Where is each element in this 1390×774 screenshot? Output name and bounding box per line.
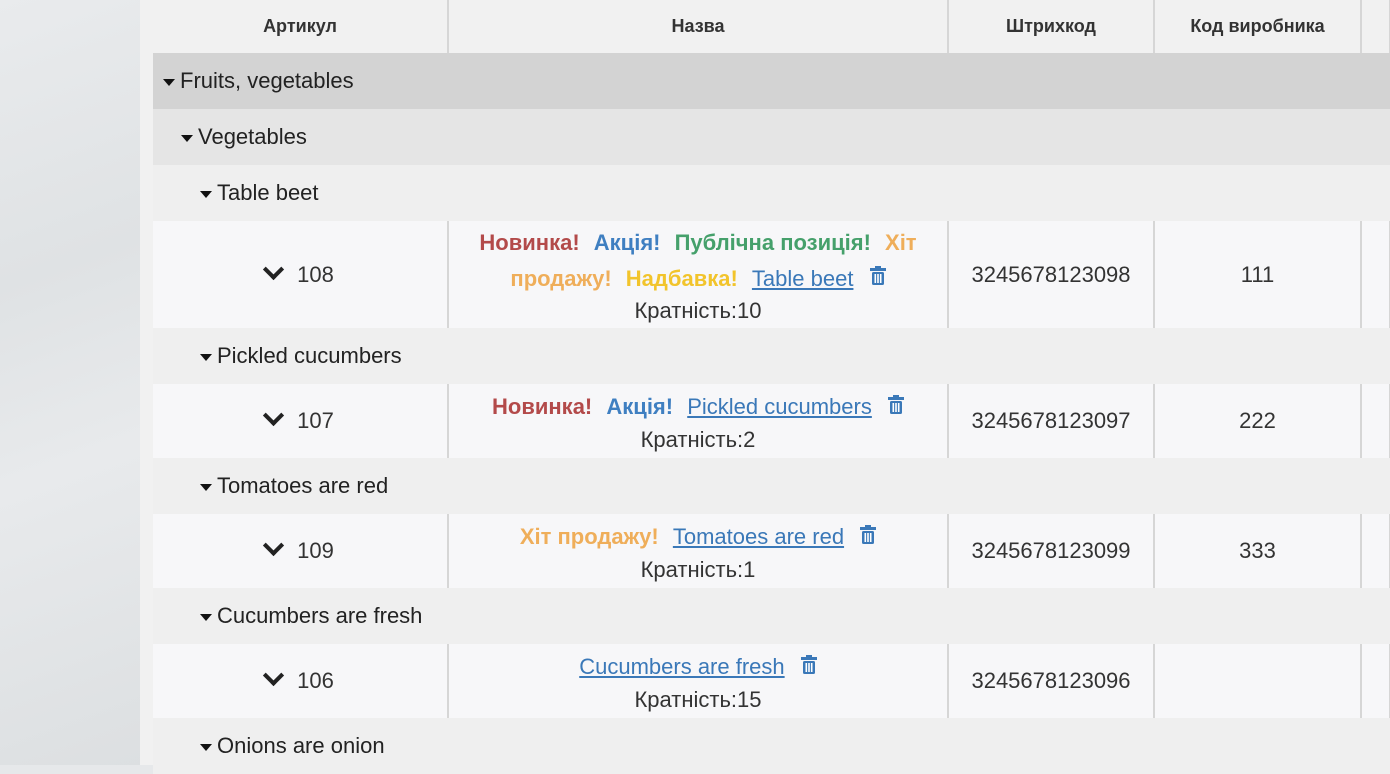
page-background — [0, 0, 153, 765]
group-label: Table beet — [217, 180, 319, 205]
group-label: Pickled cucumbers — [217, 343, 402, 368]
product-link[interactable]: Cucumbers are fresh — [579, 654, 784, 679]
trash-icon[interactable] — [800, 649, 817, 685]
article-value: 109 — [297, 538, 334, 563]
multiplicity-label: Кратність:15 — [634, 686, 762, 712]
trash-icon[interactable] — [869, 260, 886, 296]
caret-down-icon[interactable] — [200, 190, 212, 198]
article-value: 108 — [297, 261, 334, 287]
caret-down-icon[interactable] — [163, 78, 175, 86]
badge-markup: Надбавка! — [625, 265, 738, 291]
extra-cell — [1361, 221, 1390, 328]
barcode-cell: 3245678123097 — [948, 384, 1155, 458]
multiplicity-label: Кратність:10 — [634, 298, 762, 324]
chevron-down-icon[interactable] — [263, 534, 285, 557]
group-label: Vegetables — [198, 124, 307, 149]
table-row[interactable]: 106 Cucumbers are fresh Кратність:15 324… — [153, 644, 1390, 718]
multiplicity-label: Кратність:1 — [640, 556, 756, 582]
chevron-down-icon[interactable] — [263, 258, 285, 280]
badge-hit: продажу! — [510, 265, 612, 291]
extra-cell — [1361, 644, 1390, 718]
caret-down-icon[interactable] — [200, 743, 212, 751]
table-row[interactable]: 107 Новинка! Акція! Pickled cucumbers Кр… — [153, 384, 1390, 458]
product-link[interactable]: Pickled cucumbers — [687, 394, 872, 419]
badge-hit: Хіт продажу! — [519, 524, 659, 550]
barcode-cell: 3245678123098 — [948, 221, 1155, 328]
manufacturer-code-cell: 333 — [1154, 514, 1362, 588]
article-cell: 106 — [153, 644, 449, 718]
badge-new: Новинка! — [479, 229, 580, 255]
chevron-down-icon[interactable] — [263, 664, 285, 687]
badge-promo: Акція! — [593, 229, 661, 255]
manufacturer-code-cell — [1154, 644, 1362, 718]
badge-public: Публічна позиція! — [674, 229, 871, 255]
table-header: Артикул Назва Штрихкод Код виробника — [153, 0, 1390, 53]
article-value: 106 — [297, 668, 334, 693]
extra-cell — [1361, 384, 1390, 458]
column-header-article[interactable]: Артикул — [153, 0, 449, 53]
group-label: Tomatoes are red — [217, 473, 389, 498]
badge-hit: Хіт — [885, 229, 917, 255]
chevron-down-icon[interactable] — [263, 404, 285, 427]
group-row-product[interactable]: Pickled cucumbers — [153, 328, 1390, 384]
table-row[interactable]: 108 Новинка! Акція! Публічна позиція! Хі… — [153, 221, 1390, 328]
trash-icon[interactable] — [860, 519, 877, 555]
column-header-name[interactable]: Назва — [448, 0, 949, 53]
multiplicity-label: Кратність:2 — [640, 426, 756, 452]
caret-down-icon[interactable] — [200, 613, 212, 621]
group-label: Fruits, vegetables — [180, 68, 354, 93]
article-value: 107 — [297, 408, 334, 433]
group-row-product[interactable]: Onions are onion — [153, 718, 1390, 774]
products-table: Артикул Назва Штрихкод Код виробника Fru… — [153, 0, 1390, 774]
article-cell: 107 — [153, 384, 449, 458]
name-cell: Новинка! Акція! Публічна позиція! Хіт пр… — [448, 221, 949, 328]
extra-cell — [1361, 514, 1390, 588]
column-header-manufacturer-code[interactable]: Код виробника — [1154, 0, 1362, 53]
name-cell: Хіт продажу! Tomatoes are red Кратність:… — [448, 514, 949, 588]
caret-down-icon[interactable] — [200, 353, 212, 361]
manufacturer-code-cell: 111 — [1154, 221, 1362, 328]
barcode-cell: 3245678123096 — [948, 644, 1155, 718]
group-row-category[interactable]: Fruits, vegetables — [153, 53, 1390, 109]
group-label: Onions are onion — [217, 733, 385, 758]
product-link[interactable]: Table beet — [752, 266, 854, 291]
caret-down-icon[interactable] — [200, 483, 212, 491]
product-link[interactable]: Tomatoes are red — [673, 524, 844, 549]
badge-new: Новинка! — [492, 394, 593, 420]
column-header-extra — [1361, 0, 1390, 53]
group-row-subcategory[interactable]: Vegetables — [153, 109, 1390, 165]
trash-icon[interactable] — [887, 389, 904, 425]
column-header-barcode[interactable]: Штрихкод — [948, 0, 1155, 53]
caret-down-icon[interactable] — [181, 134, 193, 142]
table-row[interactable]: 109 Хіт продажу! Tomatoes are red Кратні… — [153, 514, 1390, 588]
group-label: Cucumbers are fresh — [217, 603, 423, 628]
badge-promo: Акція! — [606, 394, 674, 420]
name-cell: Новинка! Акція! Pickled cucumbers Кратні… — [448, 384, 949, 458]
article-cell: 109 — [153, 514, 449, 588]
article-cell: 108 — [153, 221, 449, 328]
group-row-product[interactable]: Table beet — [153, 165, 1390, 221]
barcode-cell: 3245678123099 — [948, 514, 1155, 588]
manufacturer-code-cell: 222 — [1154, 384, 1362, 458]
group-row-product[interactable]: Cucumbers are fresh — [153, 588, 1390, 644]
group-row-product[interactable]: Tomatoes are red — [153, 458, 1390, 514]
name-cell: Cucumbers are fresh Кратність:15 — [448, 644, 949, 718]
